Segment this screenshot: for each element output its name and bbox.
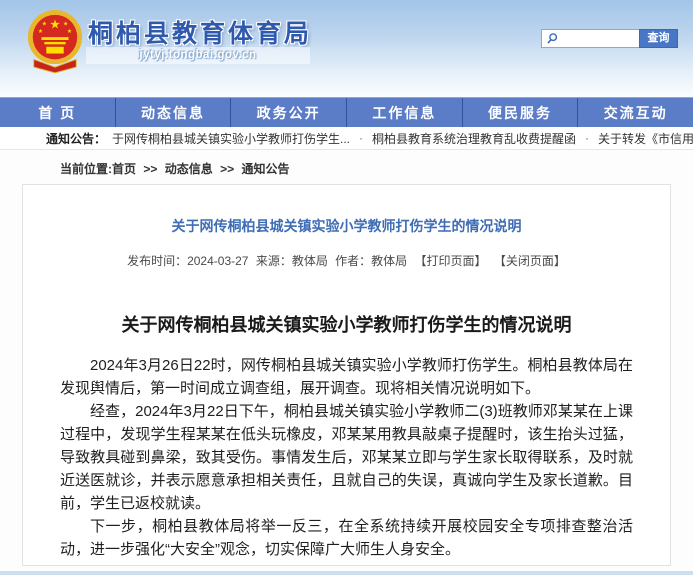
- breadcrumb-separator: >>: [143, 162, 157, 176]
- breadcrumb: 当前位置:首页 >> 动态信息 >> 通知公告: [0, 150, 693, 177]
- article-page-title: 关于网传桐柏县城关镇实验小学教师打伤学生的情况说明: [23, 216, 670, 236]
- notice-link[interactable]: 桐柏县教育系统治理教育乱收费提醒函: [372, 130, 576, 147]
- print-page-button[interactable]: 【打印页面】: [415, 254, 487, 268]
- publish-date: 发布时间：2024-03-27: [127, 254, 248, 268]
- article-body: 2024年3月26日22时，网传桐柏县城关镇实验小学教师打伤学生。桐柏县教体局在…: [23, 354, 670, 561]
- article-author: 作者：教体局: [335, 254, 407, 268]
- nav-item-home[interactable]: 首 页: [0, 98, 115, 127]
- search-input[interactable]: [559, 31, 635, 46]
- svg-text:★: ★: [42, 21, 47, 28]
- site-title: 桐柏县教育体育局: [88, 14, 312, 50]
- article-paragraph: 2024年3月26日22时，网传桐柏县城关镇实验小学教师打伤学生。桐柏县教体局在…: [60, 354, 633, 400]
- notice-label: 通知公告：: [46, 130, 106, 147]
- article-paragraph: 下一步，桐柏县教体局将举一反三，在全系统持续开展校园安全专项排查整治活动，进一步…: [60, 515, 633, 561]
- notice-link[interactable]: 关于转发《市信用办关于开展南阳市第二批信...: [598, 130, 693, 147]
- nav-item-dynamic-info[interactable]: 动态信息: [115, 98, 231, 127]
- article-meta: 发布时间：2024-03-27 来源：教体局 作者：教体局 【打印页面】 【关闭…: [23, 252, 670, 269]
- search-box: 查询: [541, 29, 678, 48]
- nav-item-gov-affairs[interactable]: 政务公开: [230, 98, 346, 127]
- svg-text:★: ★: [63, 21, 68, 28]
- breadcrumb-label: 当前位置:: [60, 162, 112, 176]
- main-nav: 首 页 动态信息 政务公开 工作信息 便民服务 交流互动: [0, 97, 693, 127]
- article-source: 来源：教体局: [256, 254, 328, 268]
- notice-bar: 通知公告： 于网传桐柏县城关镇实验小学教师打伤学生... · 桐柏县教育系统治理…: [0, 127, 693, 150]
- site-domain: jytyj.tongbai.gov.cn: [86, 47, 310, 64]
- footer-strip: [0, 571, 693, 575]
- search-button[interactable]: 查询: [639, 29, 678, 48]
- nav-item-public-service[interactable]: 便民服务: [462, 98, 578, 127]
- breadcrumb-link-dynamic-info[interactable]: 动态信息: [165, 162, 213, 176]
- notice-separator: ·: [359, 131, 363, 145]
- breadcrumb-separator: >>: [220, 162, 234, 176]
- site-header: ★ ★ ★ ★ ★ 桐柏县教育体育局 jytyj.tongbai.gov.cn: [0, 0, 693, 97]
- breadcrumb-link-notices[interactable]: 通知公告: [241, 162, 289, 176]
- search-field: [541, 29, 639, 48]
- search-icon: [546, 32, 559, 45]
- svg-text:★: ★: [67, 28, 72, 35]
- nav-item-interaction[interactable]: 交流互动: [577, 98, 693, 127]
- notice-link[interactable]: 于网传桐柏县城关镇实验小学教师打伤学生...: [112, 130, 350, 147]
- svg-text:★: ★: [49, 17, 60, 31]
- article-body-title: 关于网传桐柏县城关镇实验小学教师打伤学生的情况说明: [23, 311, 670, 337]
- content-box: 关于网传桐柏县城关镇实验小学教师打伤学生的情况说明 发布时间：2024-03-2…: [22, 184, 671, 566]
- breadcrumb-link-home[interactable]: 首页: [112, 162, 136, 176]
- notice-separator: ·: [585, 131, 589, 145]
- close-page-button[interactable]: 【关闭页面】: [494, 254, 566, 268]
- national-emblem-icon: ★ ★ ★ ★ ★: [26, 7, 84, 78]
- svg-text:★: ★: [38, 28, 43, 35]
- article-paragraph: 经查，2024年3月22日下午，桐柏县城关镇实验小学教师二(3)班教师邓某某在上…: [60, 400, 633, 515]
- nav-item-work-info[interactable]: 工作信息: [346, 98, 462, 127]
- page: ★ ★ ★ ★ ★ 桐柏县教育体育局 jytyj.tongbai.gov.cn: [0, 0, 693, 575]
